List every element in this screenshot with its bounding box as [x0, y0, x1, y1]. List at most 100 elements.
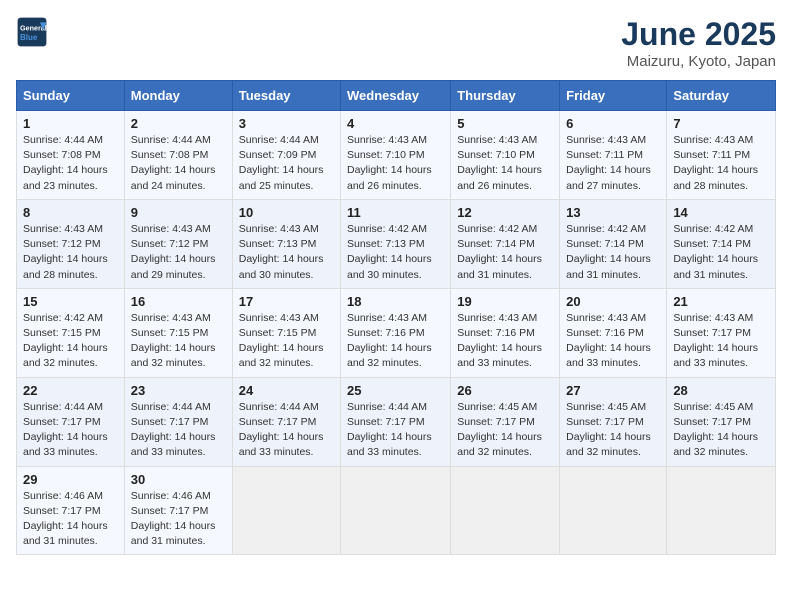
- calendar-cell: 24 Sunrise: 4:44 AM Sunset: 7:17 PM Dayli…: [232, 377, 340, 466]
- day-info: Sunrise: 4:45 AM Sunset: 7:17 PM Dayligh…: [673, 400, 769, 461]
- day-number: 6: [566, 116, 660, 131]
- day-number: 3: [239, 116, 334, 131]
- calendar-cell: 28 Sunrise: 4:45 AM Sunset: 7:17 PM Dayli…: [667, 377, 776, 466]
- calendar-cell: 18 Sunrise: 4:43 AM Sunset: 7:16 PM Dayli…: [341, 288, 451, 377]
- calendar-cell: 21 Sunrise: 4:43 AM Sunset: 7:17 PM Dayli…: [667, 288, 776, 377]
- day-number: 29: [23, 472, 118, 487]
- day-number: 12: [457, 205, 553, 220]
- day-number: 10: [239, 205, 334, 220]
- calendar-week-2: 15Sunrise: 4:42 AM Sunset: 7:15 PM Dayli…: [17, 288, 776, 377]
- day-number: 1: [23, 116, 118, 131]
- calendar-cell: 15Sunrise: 4:42 AM Sunset: 7:15 PM Dayli…: [17, 288, 125, 377]
- calendar-cell: 14Sunrise: 4:42 AM Sunset: 7:14 PM Dayli…: [667, 199, 776, 288]
- calendar-cell: 11Sunrise: 4:42 AM Sunset: 7:13 PM Dayli…: [341, 199, 451, 288]
- day-number: 16: [131, 294, 226, 309]
- calendar-cell: 29 Sunrise: 4:46 AM Sunset: 7:17 PM Dayli…: [17, 466, 125, 555]
- logo: General Blue: [16, 16, 48, 48]
- weekday-header-monday: Monday: [124, 81, 232, 111]
- day-number: 14: [673, 205, 769, 220]
- day-info: Sunrise: 4:45 AM Sunset: 7:17 PM Dayligh…: [457, 400, 553, 461]
- calendar-cell: 10 Sunrise: 4:43 AM Sunset: 7:13 PM Dayli…: [232, 199, 340, 288]
- day-info: Sunrise: 4:43 AM Sunset: 7:10 PM Dayligh…: [457, 133, 553, 194]
- calendar-cell: 20 Sunrise: 4:43 AM Sunset: 7:16 PM Dayli…: [560, 288, 667, 377]
- day-info: Sunrise: 4:44 AM Sunset: 7:08 PM Dayligh…: [131, 133, 226, 194]
- day-info: Sunrise: 4:43 AM Sunset: 7:17 PM Dayligh…: [673, 311, 769, 372]
- day-info: Sunrise: 4:43 AM Sunset: 7:12 PM Dayligh…: [23, 222, 118, 283]
- weekday-header-tuesday: Tuesday: [232, 81, 340, 111]
- day-info: Sunrise: 4:44 AM Sunset: 7:08 PM Dayligh…: [23, 133, 118, 194]
- day-number: 20: [566, 294, 660, 309]
- day-info: Sunrise: 4:43 AM Sunset: 7:16 PM Dayligh…: [457, 311, 553, 372]
- day-info: Sunrise: 4:46 AM Sunset: 7:17 PM Dayligh…: [23, 489, 118, 550]
- day-info: Sunrise: 4:43 AM Sunset: 7:11 PM Dayligh…: [673, 133, 769, 194]
- day-number: 7: [673, 116, 769, 131]
- day-number: 30: [131, 472, 226, 487]
- day-number: 22: [23, 383, 118, 398]
- calendar-cell: [451, 466, 560, 555]
- weekday-header-wednesday: Wednesday: [341, 81, 451, 111]
- day-number: 18: [347, 294, 444, 309]
- day-number: 26: [457, 383, 553, 398]
- day-info: Sunrise: 4:44 AM Sunset: 7:17 PM Dayligh…: [347, 400, 444, 461]
- day-number: 28: [673, 383, 769, 398]
- weekday-header-friday: Friday: [560, 81, 667, 111]
- day-number: 17: [239, 294, 334, 309]
- day-number: 5: [457, 116, 553, 131]
- calendar-cell: 27 Sunrise: 4:45 AM Sunset: 7:17 PM Dayli…: [560, 377, 667, 466]
- weekday-header-sunday: Sunday: [17, 81, 125, 111]
- day-info: Sunrise: 4:43 AM Sunset: 7:13 PM Dayligh…: [239, 222, 334, 283]
- calendar-cell: 19 Sunrise: 4:43 AM Sunset: 7:16 PM Dayli…: [451, 288, 560, 377]
- header: General Blue June 2025 Maizuru, Kyoto, J…: [16, 16, 776, 70]
- day-number: 13: [566, 205, 660, 220]
- day-number: 23: [131, 383, 226, 398]
- calendar-cell: 3 Sunrise: 4:44 AM Sunset: 7:09 PM Daylig…: [232, 111, 340, 200]
- day-info: Sunrise: 4:42 AM Sunset: 7:14 PM Dayligh…: [457, 222, 553, 283]
- calendar-cell: [667, 466, 776, 555]
- calendar-cell: 2Sunrise: 4:44 AM Sunset: 7:08 PM Daylig…: [124, 111, 232, 200]
- calendar-cell: 9 Sunrise: 4:43 AM Sunset: 7:12 PM Daylig…: [124, 199, 232, 288]
- day-info: Sunrise: 4:46 AM Sunset: 7:17 PM Dayligh…: [131, 489, 226, 550]
- day-number: 11: [347, 205, 444, 220]
- calendar-cell: [232, 466, 340, 555]
- day-info: Sunrise: 4:44 AM Sunset: 7:17 PM Dayligh…: [131, 400, 226, 461]
- day-number: 9: [131, 205, 226, 220]
- day-info: Sunrise: 4:43 AM Sunset: 7:16 PM Dayligh…: [347, 311, 444, 372]
- calendar-cell: 7 Sunrise: 4:43 AM Sunset: 7:11 PM Daylig…: [667, 111, 776, 200]
- calendar-cell: 22Sunrise: 4:44 AM Sunset: 7:17 PM Dayli…: [17, 377, 125, 466]
- calendar-cell: [341, 466, 451, 555]
- svg-text:Blue: Blue: [20, 33, 38, 42]
- weekday-header-row: SundayMondayTuesdayWednesdayThursdayFrid…: [17, 81, 776, 111]
- day-number: 8: [23, 205, 118, 220]
- calendar-cell: 6 Sunrise: 4:43 AM Sunset: 7:11 PM Daylig…: [560, 111, 667, 200]
- calendar-title: June 2025: [621, 16, 776, 53]
- calendar-cell: 8 Sunrise: 4:43 AM Sunset: 7:12 PM Daylig…: [17, 199, 125, 288]
- day-info: Sunrise: 4:44 AM Sunset: 7:09 PM Dayligh…: [239, 133, 334, 194]
- day-info: Sunrise: 4:43 AM Sunset: 7:16 PM Dayligh…: [566, 311, 660, 372]
- calendar-week-4: 29 Sunrise: 4:46 AM Sunset: 7:17 PM Dayli…: [17, 466, 776, 555]
- day-info: Sunrise: 4:42 AM Sunset: 7:14 PM Dayligh…: [566, 222, 660, 283]
- calendar-cell: 4Sunrise: 4:43 AM Sunset: 7:10 PM Daylig…: [341, 111, 451, 200]
- calendar-week-0: 1 Sunrise: 4:44 AM Sunset: 7:08 PM Daylig…: [17, 111, 776, 200]
- day-info: Sunrise: 4:43 AM Sunset: 7:15 PM Dayligh…: [131, 311, 226, 372]
- calendar-cell: 16 Sunrise: 4:43 AM Sunset: 7:15 PM Dayli…: [124, 288, 232, 377]
- calendar-cell: 30 Sunrise: 4:46 AM Sunset: 7:17 PM Dayli…: [124, 466, 232, 555]
- calendar-cell: 26 Sunrise: 4:45 AM Sunset: 7:17 PM Dayli…: [451, 377, 560, 466]
- day-number: 24: [239, 383, 334, 398]
- day-number: 27: [566, 383, 660, 398]
- day-number: 4: [347, 116, 444, 131]
- day-info: Sunrise: 4:43 AM Sunset: 7:12 PM Dayligh…: [131, 222, 226, 283]
- calendar-cell: 25Sunrise: 4:44 AM Sunset: 7:17 PM Dayli…: [341, 377, 451, 466]
- calendar-cell: 23 Sunrise: 4:44 AM Sunset: 7:17 PM Dayli…: [124, 377, 232, 466]
- calendar-week-3: 22 Sunrise: 4:44 AM Sunset: 7:17 PM Dayli…: [17, 377, 776, 466]
- day-number: 21: [673, 294, 769, 309]
- calendar-week-1: 8 Sunrise: 4:43 AM Sunset: 7:12 PM Daylig…: [17, 199, 776, 288]
- weekday-header-saturday: Saturday: [667, 81, 776, 111]
- day-info: Sunrise: 4:43 AM Sunset: 7:11 PM Dayligh…: [566, 133, 660, 194]
- day-info: Sunrise: 4:44 AM Sunset: 7:17 PM Dayligh…: [239, 400, 334, 461]
- calendar-cell: 13 Sunrise: 4:42 AM Sunset: 7:14 PM Dayli…: [560, 199, 667, 288]
- calendar-cell: 12 Sunrise: 4:42 AM Sunset: 7:14 PM Dayli…: [451, 199, 560, 288]
- day-info: Sunrise: 4:45 AM Sunset: 7:17 PM Dayligh…: [566, 400, 660, 461]
- calendar-cell: 5 Sunrise: 4:43 AM Sunset: 7:10 PM Daylig…: [451, 111, 560, 200]
- calendar-subtitle: Maizuru, Kyoto, Japan: [621, 53, 776, 70]
- day-number: 19: [457, 294, 553, 309]
